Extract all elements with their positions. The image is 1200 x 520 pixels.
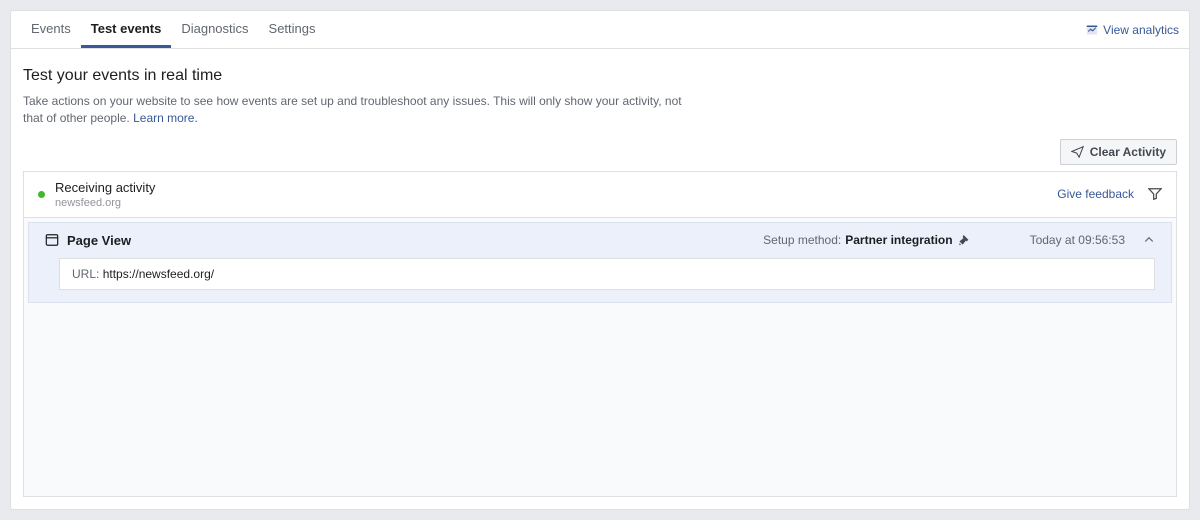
- filter-icon[interactable]: [1148, 187, 1162, 201]
- event-timestamp: Today at 09:56:53: [1030, 233, 1125, 247]
- clear-activity-button[interactable]: Clear Activity: [1060, 139, 1177, 165]
- give-feedback-link[interactable]: Give feedback: [1057, 187, 1134, 201]
- send-icon: [1071, 145, 1084, 158]
- tab-events[interactable]: Events: [21, 11, 81, 48]
- status-text: Receiving activity: [55, 180, 155, 195]
- analytics-icon: [1086, 24, 1098, 36]
- activity-panel-header: Receiving activity newsfeed.org Give fee…: [24, 172, 1176, 218]
- integration-icon: [957, 234, 970, 247]
- setup-method-label: Setup method:: [763, 233, 841, 247]
- event-name: Page View: [67, 233, 131, 248]
- event-card: Page View Setup method: Partner integrat…: [28, 222, 1172, 303]
- tab-settings[interactable]: Settings: [259, 11, 326, 48]
- learn-more-link[interactable]: Learn more.: [133, 111, 198, 125]
- clear-activity-label: Clear Activity: [1090, 145, 1166, 159]
- content: Test your events in real time Take actio…: [11, 49, 1189, 509]
- tabs: Events Test events Diagnostics Settings: [21, 11, 1086, 48]
- url-label: URL:: [72, 267, 99, 281]
- page-title: Test your events in real time: [23, 67, 1177, 85]
- tab-diagnostics[interactable]: Diagnostics: [171, 11, 258, 48]
- page-description-text: Take actions on your website to see how …: [23, 94, 682, 125]
- event-row[interactable]: Page View Setup method: Partner integrat…: [29, 223, 1171, 258]
- chevron-up-icon[interactable]: [1143, 234, 1155, 246]
- tabs-row: Events Test events Diagnostics Settings …: [11, 11, 1189, 49]
- event-detail: URL: https://newsfeed.org/: [59, 258, 1155, 290]
- setup-method-value: Partner integration: [845, 233, 952, 247]
- url-value: https://newsfeed.org/: [103, 267, 214, 281]
- page-icon: [45, 233, 59, 247]
- view-analytics-label: View analytics: [1103, 23, 1179, 37]
- tab-test-events[interactable]: Test events: [81, 11, 172, 48]
- toolbar: Clear Activity: [23, 139, 1177, 165]
- view-analytics-link[interactable]: View analytics: [1086, 23, 1179, 37]
- page-description: Take actions on your website to see how …: [23, 93, 693, 127]
- status-domain: newsfeed.org: [55, 197, 155, 209]
- status-block: Receiving activity newsfeed.org: [55, 180, 155, 209]
- activity-panel: Receiving activity newsfeed.org Give fee…: [23, 171, 1177, 497]
- events-manager-page: Events Test events Diagnostics Settings …: [10, 10, 1190, 510]
- status-indicator-icon: [38, 191, 45, 198]
